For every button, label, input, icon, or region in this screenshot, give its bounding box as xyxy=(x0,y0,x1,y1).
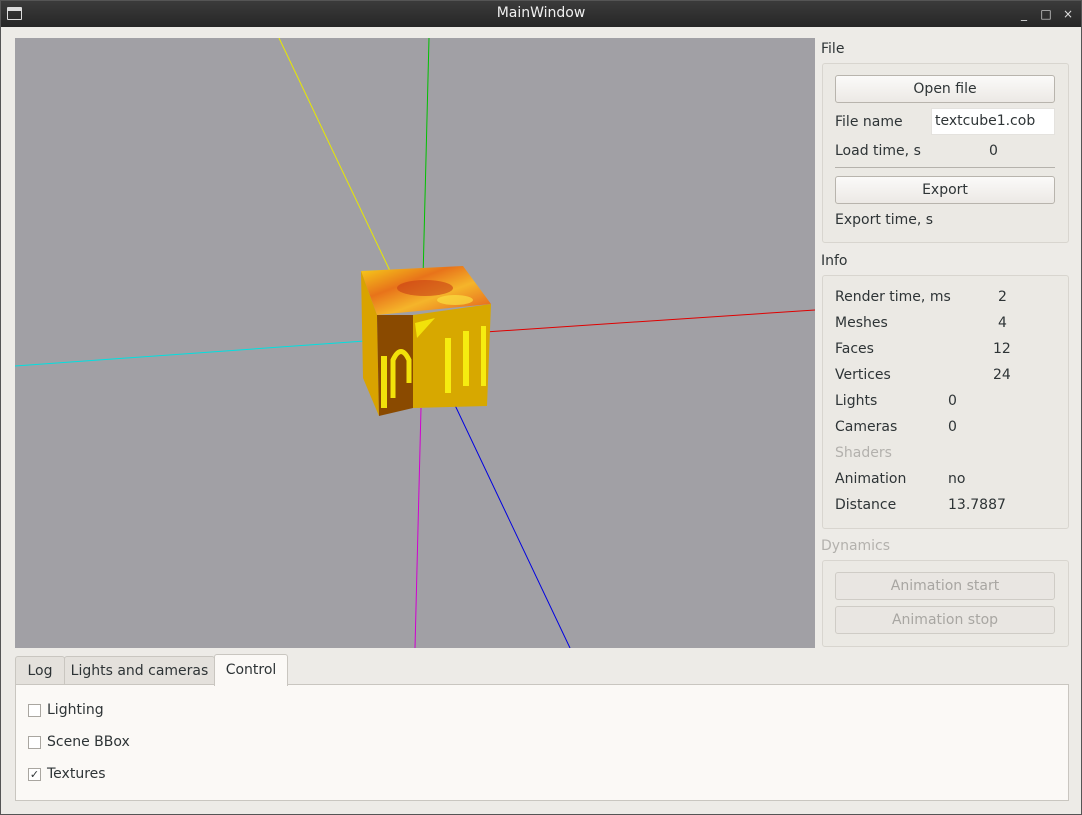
load-time-value: 0 xyxy=(989,143,998,159)
axis-neg-y-line xyxy=(414,407,422,648)
axis-neg-z-line xyxy=(278,38,392,274)
3d-viewport[interactable] xyxy=(15,38,815,648)
tab-lights-and-cameras[interactable]: Lights and cameras xyxy=(64,656,215,686)
distance-label: Distance xyxy=(835,497,897,513)
lighting-checkbox[interactable] xyxy=(28,704,41,717)
close-icon[interactable]: × xyxy=(1059,5,1077,23)
maximize-icon[interactable]: □ xyxy=(1037,5,1055,23)
title-bar[interactable]: MainWindow _ □ × xyxy=(1,1,1081,27)
file-group-title: File xyxy=(821,41,845,57)
lighting-label[interactable]: Lighting xyxy=(47,702,104,718)
export-time-label: Export time, s xyxy=(835,212,934,228)
faces-value: 12 xyxy=(993,341,1011,357)
axis-neg-x-line xyxy=(15,340,366,367)
shaders-label: Shaders xyxy=(835,445,892,461)
axis-y-line xyxy=(422,38,430,279)
scene-bbox-checkbox[interactable] xyxy=(28,736,41,749)
file-name-field[interactable]: textcube1.cob xyxy=(931,108,1055,135)
cameras-value: 0 xyxy=(948,419,957,435)
minimize-icon[interactable]: _ xyxy=(1015,5,1033,23)
animation-start-button[interactable]: Animation start xyxy=(835,572,1055,600)
render-time-label: Render time, ms xyxy=(835,289,951,305)
vertices-label: Vertices xyxy=(835,367,891,383)
file-separator xyxy=(835,167,1055,168)
load-time-label: Load time, s xyxy=(835,143,921,159)
animation-label: Animation xyxy=(835,471,907,487)
lights-value: 0 xyxy=(948,393,957,409)
dynamics-group-title: Dynamics xyxy=(821,538,891,554)
textured-cube-model xyxy=(361,266,491,416)
animation-value: no xyxy=(948,471,966,487)
tab-control[interactable]: Control xyxy=(214,654,288,686)
scene-bbox-label[interactable]: Scene BBox xyxy=(47,734,130,750)
scene-render xyxy=(15,38,815,648)
lights-label: Lights xyxy=(835,393,878,409)
info-group-title: Info xyxy=(821,253,848,269)
export-button[interactable]: Export xyxy=(835,176,1055,204)
textures-label[interactable]: Textures xyxy=(47,766,106,782)
vertices-value: 24 xyxy=(993,367,1011,383)
file-name-label: File name xyxy=(835,114,903,130)
window-title: MainWindow xyxy=(496,5,586,21)
meshes-value: 4 xyxy=(998,315,1007,331)
open-file-button[interactable]: Open file xyxy=(835,75,1055,103)
axis-x-line xyxy=(484,309,815,333)
control-tab-panel xyxy=(15,684,1069,801)
faces-label: Faces xyxy=(835,341,874,357)
cameras-label: Cameras xyxy=(835,419,898,435)
distance-value: 13.7887 xyxy=(948,497,1006,513)
textures-checkbox[interactable]: ✓ xyxy=(28,768,41,781)
animation-stop-button[interactable]: Animation stop xyxy=(835,606,1055,634)
tab-log[interactable]: Log xyxy=(15,656,65,686)
main-window: MainWindow _ □ × File Open file File nam… xyxy=(0,0,1082,815)
meshes-label: Meshes xyxy=(835,315,888,331)
checkmark-icon: ✓ xyxy=(29,768,40,781)
render-time-value: 2 xyxy=(998,289,1007,305)
